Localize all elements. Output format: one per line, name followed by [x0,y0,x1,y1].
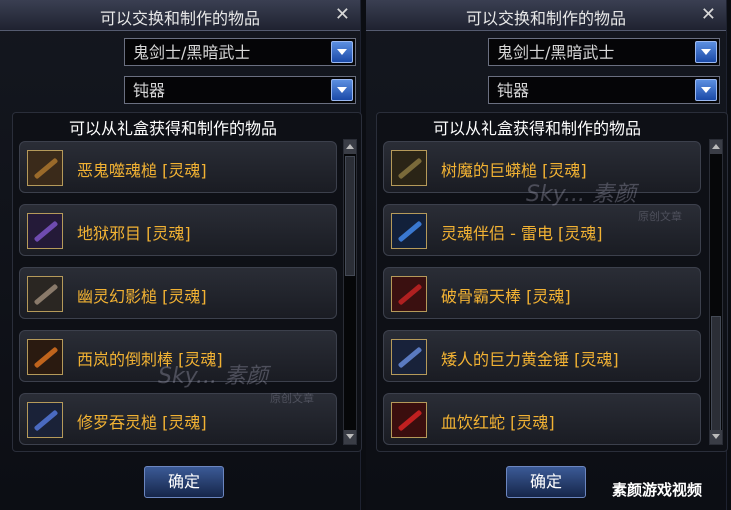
item-label: 矮人的巨力黄金锤 [灵魂] [441,350,619,369]
left-class-dropdown-arrow-icon[interactable] [331,41,353,63]
right-weapon-dropdown-arrow-icon[interactable] [695,79,717,101]
right-weapon-dropdown-value: 钝器 [497,81,530,100]
right-scrollbar[interactable] [709,139,723,445]
right-list-header: 可以从礼盒获得和制作的物品 [432,119,641,138]
left-weapon-dropdown[interactable]: 钝器 [124,76,356,104]
right-confirm-button[interactable]: 确定 [506,466,586,498]
left-close-icon[interactable]: ✕ [335,4,350,25]
right-panel-title: 可以交换和制作的物品 [465,9,626,28]
right-titlebar: 可以交换和制作的物品 ✕ [366,0,726,31]
item-label: 破骨霸天棒 [灵魂] [441,287,571,306]
item-label: 地狱邪目 [灵魂] [77,224,191,243]
left-scroll-up-icon[interactable] [344,140,356,154]
item-label: 灵魂伴侣 - 雷电 [灵魂] [441,224,603,243]
item-label: 血饮红蛇 [灵魂] [441,413,555,432]
left-weapon-dropdown-value: 钝器 [133,81,166,100]
right-close-icon[interactable]: ✕ [701,4,716,25]
left-scrollbar[interactable] [343,139,357,445]
left-class-dropdown-value: 鬼剑士/黑暗武士 [133,43,251,62]
right-scroll-up-icon[interactable] [710,140,722,154]
left-list-item-2[interactable]: 地狱邪目 [灵魂] [19,204,337,256]
right-scroll-thumb[interactable] [711,316,721,432]
club-icon [391,150,427,186]
left-scroll-down-icon[interactable] [344,430,356,444]
staff-icon [27,213,63,249]
right-scroll-down-icon[interactable] [710,430,722,444]
right-class-dropdown-value: 鬼剑士/黑暗武士 [497,43,615,62]
left-watermark-sub: 原创文章 [270,392,314,405]
staff-icon [391,213,427,249]
item-label: 恶鬼噬魂槌 [灵魂] [77,161,207,180]
right-item-list: 可以从礼盒获得和制作的物品 树魔的巨蟒槌 [灵魂] 灵魂伴侣 - 雷电 [灵魂]… [376,112,728,452]
mace-icon [27,402,63,438]
left-confirm-button[interactable]: 确定 [144,466,224,498]
mace-icon [27,150,63,186]
hammer-icon [391,339,427,375]
right-weapon-dropdown[interactable]: 钝器 [488,76,720,104]
right-watermark-sub: 原创文章 [638,210,682,223]
hammer-icon [27,276,63,312]
right-class-dropdown[interactable]: 鬼剑士/黑暗武士 [488,38,720,66]
item-label: 修罗吞灵槌 [灵魂] [77,413,207,432]
left-scroll-thumb[interactable] [345,156,355,276]
left-list-header: 可以从礼盒获得和制作的物品 [68,119,277,138]
right-watermark: Sky... 素颜 [526,182,636,207]
left-panel-title: 可以交换和制作的物品 [99,9,260,28]
left-exchange-panel: 可以交换和制作的物品 ✕ 鬼剑士/黑暗武士 钝器 可以从礼盒获得和制作的物品 恶… [0,0,362,510]
video-caption: 素颜游戏视频 [612,481,703,499]
left-titlebar: 可以交换和制作的物品 ✕ [0,0,360,31]
right-list-item-5[interactable]: 血饮红蛇 [灵魂] [383,393,701,445]
right-list-item-4[interactable]: 矮人的巨力黄金锤 [灵魂] [383,330,701,382]
right-exchange-panel: 可以交换和制作的物品 ✕ 鬼剑士/黑暗武士 钝器 可以从礼盒获得和制作的物品 树… [366,0,728,510]
right-class-dropdown-arrow-icon[interactable] [695,41,717,63]
club-icon [27,339,63,375]
item-label: 幽灵幻影槌 [灵魂] [77,287,207,306]
left-weapon-dropdown-arrow-icon[interactable] [331,79,353,101]
right-list-item-3[interactable]: 破骨霸天棒 [灵魂] [383,267,701,319]
left-list-item-1[interactable]: 恶鬼噬魂槌 [灵魂] [19,141,337,193]
left-list-item-3[interactable]: 幽灵幻影槌 [灵魂] [19,267,337,319]
left-watermark: Sky... 素颜 [158,364,268,389]
left-class-dropdown[interactable]: 鬼剑士/黑暗武士 [124,38,356,66]
sword-icon [391,402,427,438]
mace-icon [391,276,427,312]
